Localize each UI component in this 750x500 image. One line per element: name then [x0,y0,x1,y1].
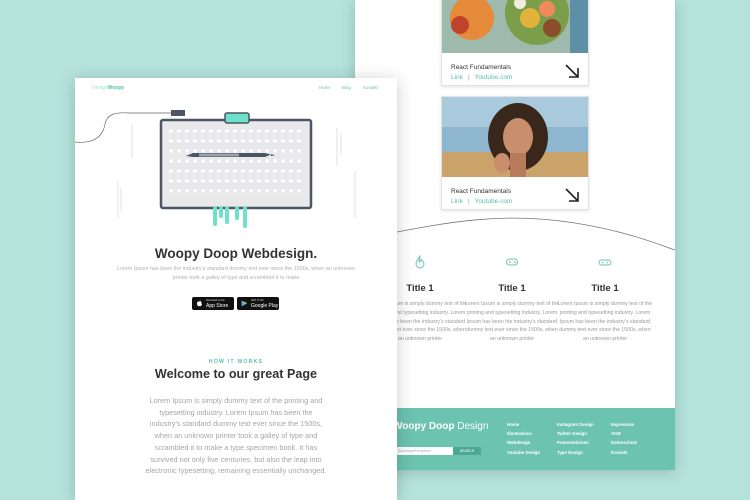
card-link[interactable]: Link [451,74,463,81]
app-store-button[interactable]: Download on the App Store [192,297,234,310]
feature-title: Title 1 [498,283,526,294]
feature-text: Lorem Ipsum is simply dummy text of the … [557,301,653,343]
footer-nav-column: Instagram Design Twitter Design Präsenta… [557,420,594,457]
feature-text: Lorem Ipsum is simply dummy text of the … [464,301,560,343]
footer-link[interactable]: AGB [611,429,637,438]
arrow-down-right-icon[interactable] [564,187,580,203]
card-title: React Fundamentals [451,188,511,195]
google-play-button[interactable]: GET IT ON Google Play [237,297,279,310]
section-kicker: HOW IT WORKS [208,359,264,365]
apple-icon [197,300,202,307]
footer-link[interactable]: Impressum [611,420,637,429]
woman-portrait-photo [442,97,588,177]
feature-column: Title 1 Lorem Ipsum is simply dummy text… [557,255,653,344]
section-body-text: Lorem Ipsum is simply dummy text of the … [145,396,327,476]
feature-title: Title 1 [591,283,619,294]
footer-link[interactable]: Datenschutz [611,438,637,447]
footer-link[interactable]: Twitter Design [557,429,594,438]
footer-link[interactable]: Webdesign [507,438,540,447]
footer-link[interactable]: Instagram Design [557,420,594,429]
card-link[interactable]: Link [451,198,463,205]
footer-search-input[interactable]: Suchbegriff eingeben [395,447,453,455]
feature-column: Title 1 Lorem Ipsum is simply dummy text… [464,255,560,344]
nav-link-kontakt[interactable]: Kontakt [363,85,378,90]
gamepad-icon [506,258,518,266]
footer-nav-column: Home Illustrations Webdesign Youtube Des… [507,420,540,457]
footer-search-button[interactable]: SEARCH [453,447,481,455]
footer-link[interactable]: Youtube Design [507,448,540,457]
brand-logo[interactable]: DesignWoopy [92,85,124,91]
site-footer: Woopy Doop Design Suchbegriff eingeben S… [355,408,675,470]
video-card[interactable]: React Fundamentals Link | Youtube.com [441,96,589,210]
footer-logo[interactable]: Woopy Doop Design [393,421,488,432]
drawing-tablet-pen-illustration [75,110,356,228]
footer-nav-column: Impressum AGB Datenschutz Kontakt [611,420,637,457]
hero-title: Woopy Doop Webdesign. [154,246,318,261]
footer-link[interactable]: Illustrations [507,429,540,438]
footer-link[interactable]: Type Design [557,448,594,457]
food-photo [442,0,588,53]
controller-icon [598,259,612,266]
card-source-link[interactable]: Youtube.com [475,198,513,205]
front-page-mockup: DesignWoopy Home Blog Kontakt Woopy Doop… [75,78,397,500]
footer-link[interactable]: Home [507,420,540,429]
arrow-down-right-icon[interactable] [564,63,580,79]
nav-link-blog[interactable]: Blog [342,85,351,90]
footer-link[interactable]: Präsentationen [557,438,594,447]
flame-icon [415,255,425,269]
card-title: React Fundamentals [451,64,511,71]
section-title: Welcome to our great Page [154,367,318,381]
wave-divider [355,217,675,251]
footer-link[interactable]: Kontakt [611,448,637,457]
video-card[interactable]: React Fundamentals Link | Youtube.com [441,0,589,86]
back-page-mockup: React Fundamentals Link | Youtube.com Reac… [355,0,675,470]
google-play-icon [241,300,248,307]
nav-link-home[interactable]: Home [319,85,331,90]
card-source-link[interactable]: Youtube.com [475,74,513,81]
hero-subtitle: Lorem Ipsum has been the industry's stan… [117,266,355,281]
